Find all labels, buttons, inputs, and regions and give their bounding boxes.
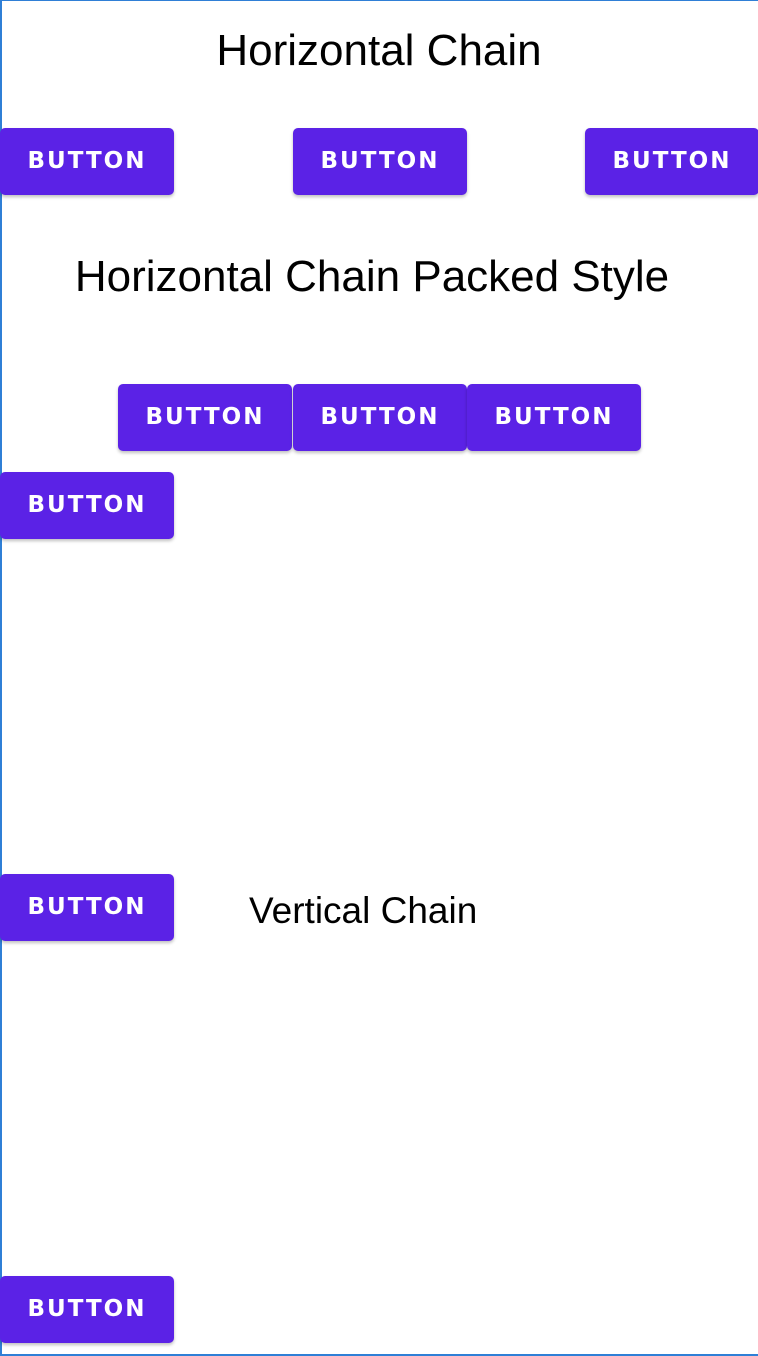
vertical-chain-button-3[interactable]: BUTTON <box>0 1276 174 1343</box>
window-frame <box>0 0 758 1356</box>
packed-chain-button-3[interactable]: BUTTON <box>467 384 641 451</box>
horizontal-chain-packed-title: Horizontal Chain Packed Style <box>74 252 670 301</box>
packed-chain-button-2[interactable]: BUTTON <box>293 384 467 451</box>
vertical-chain-button-2[interactable]: BUTTON <box>0 874 174 941</box>
horizontal-chain-button-2[interactable]: BUTTON <box>293 128 467 195</box>
horizontal-chain-button-1[interactable]: BUTTON <box>0 128 174 195</box>
packed-chain-button-1[interactable]: BUTTON <box>118 384 292 451</box>
horizontal-chain-title: Horizontal Chain <box>216 26 542 75</box>
vertical-chain-title: Vertical Chain <box>249 890 478 931</box>
horizontal-chain-button-3[interactable]: BUTTON <box>585 128 758 195</box>
vertical-chain-button-1[interactable]: BUTTON <box>0 472 174 539</box>
